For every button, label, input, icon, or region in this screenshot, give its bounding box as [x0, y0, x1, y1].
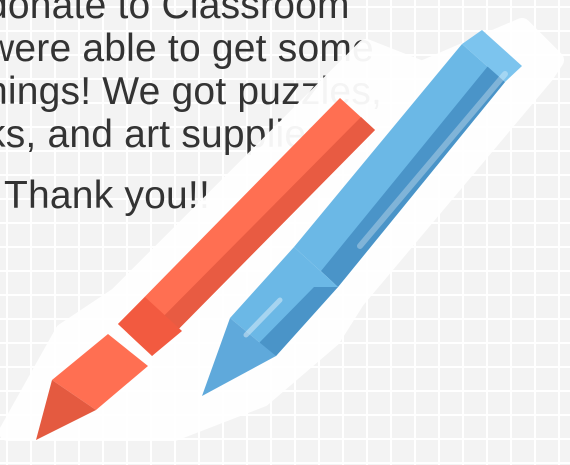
red-crayon-collar — [52, 334, 148, 410]
red-crayon-tip — [36, 380, 96, 440]
message-line-2: were able to get some — [0, 27, 374, 70]
message-spacer — [0, 156, 506, 174]
red-crayon-band — [129, 336, 166, 371]
message-line-3: hings! We got puzzles, — [0, 70, 383, 113]
blue-crayon-tip — [202, 318, 276, 396]
red-crayon-wrap — [118, 297, 182, 356]
blue-crayon-collar-shade — [258, 287, 338, 356]
thank-you-text: Thank you!! — [4, 174, 210, 217]
message-block: donate to Classroom were able to get som… — [0, 0, 506, 217]
blue-crayon-highlight-lower — [243, 297, 283, 338]
message-line-4: ks, and art supplies! — [0, 113, 338, 156]
message-line-1: donate to Classroom — [0, 0, 350, 27]
blue-crayon-collar — [230, 247, 338, 356]
